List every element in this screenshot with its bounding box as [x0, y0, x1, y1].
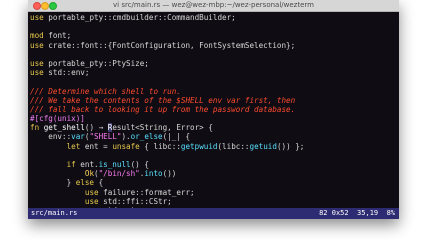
code-token: () { — [130, 160, 149, 169]
code-token: use — [30, 13, 49, 22]
code-token: Ok — [84, 169, 95, 179]
code-token: get_shell — [43, 123, 85, 133]
code-line: use portable_pty::cmdbuilder::CommandBui… — [30, 13, 399, 22]
code-token: env:: — [30, 132, 72, 142]
code-line: use failure::format_err; — [30, 188, 399, 197]
status-window-size: 82 0x52 — [319, 209, 349, 217]
code-line: /// Determine which shell to run. — [30, 87, 399, 96]
code-token: "SHELL" — [89, 132, 122, 142]
code-token: esult<String, Error> { — [112, 123, 213, 133]
code-token: else — [75, 178, 99, 188]
code-token: } — [30, 178, 76, 188]
code-line: use portable_pty::PtySize; — [30, 59, 399, 68]
code-token: (libc:: — [217, 141, 250, 151]
code-token: std::env; — [48, 68, 90, 78]
code-line: env::var("SHELL").or_else(|_| { — [30, 132, 399, 141]
code-token: failure::format_err; — [103, 187, 195, 197]
code-token: or_else — [130, 132, 163, 142]
code-token: fn — [30, 123, 44, 133]
code-token: ). — [121, 132, 131, 142]
code-token: portable_pty::PtySize; — [48, 58, 149, 68]
code-line: mod font; — [30, 31, 399, 40]
code-token: ent = — [84, 141, 113, 151]
code-token: (|_| { — [162, 132, 191, 142]
code-token: getpwuid — [180, 141, 218, 151]
code-token: use — [84, 187, 104, 197]
status-cursor-position: 35,19 — [357, 209, 379, 217]
code-line: use crate::font::{FontConfiguration, Fon… — [30, 41, 399, 50]
terminal-window: vi src/main.rs — wez@wez-mbp:~/wez-perso… — [28, 0, 399, 219]
code-token: ()) }; — [276, 141, 305, 151]
code-token: font; — [48, 31, 72, 41]
code-token: "/bin/sh" — [98, 169, 140, 179]
code-token: /// We take the contents of the $SHELL e… — [30, 95, 296, 105]
code-token: crate::font::{FontConfiguration, FontSys… — [48, 40, 296, 50]
code-token: ent. — [80, 160, 99, 169]
code-token: () → — [84, 123, 108, 133]
code-token: use — [30, 68, 49, 78]
code-token: ()) — [162, 169, 177, 179]
code-line: /// fall back to looking it up from the … — [30, 105, 399, 114]
code-token: into — [144, 169, 163, 179]
code-line: Ok("/bin/sh".into()) — [30, 169, 399, 178]
code-token: use — [30, 58, 49, 68]
status-scroll-percent: 8% — [386, 209, 395, 217]
status-stats: 82 0x52 35,19 8% — [319, 208, 395, 219]
code-token: use — [84, 196, 104, 206]
code-token: if — [66, 160, 81, 169]
code-line: use std::ffi::CStr; — [30, 197, 399, 206]
title-bar: vi src/main.rs — wez@wez-mbp:~/wez-perso… — [28, 0, 399, 12]
code-line: let ent = unsafe { libc::getpwuid(libc::… — [30, 142, 399, 151]
window-title: vi src/main.rs — wez@wez-mbp:~/wez-perso… — [113, 1, 314, 9]
code-token: var — [71, 132, 85, 142]
code-token: /// fall back to looking it up from the … — [30, 104, 296, 114]
code-token: #[cfg(unix)] — [30, 114, 85, 124]
code-token: use — [30, 40, 49, 50]
code-token: { — [98, 178, 104, 188]
code-line: if ent.is_null() { — [30, 160, 399, 169]
code-token: portable_pty::cmdbuilder::CommandBuilder… — [48, 13, 236, 22]
code-token: /// Determine which shell to run. — [30, 86, 181, 96]
code-line: use std::env; — [30, 68, 399, 77]
code-token: mod — [30, 31, 49, 41]
code-line: #[cfg(unix)] — [30, 114, 399, 123]
status-bar: src/main.rs 82 0x52 35,19 8% — [28, 208, 399, 219]
code-line: fn get_shell() → Result<String, Error> { — [30, 123, 399, 133]
code-token: let — [66, 141, 85, 151]
code-line: } else { — [30, 178, 399, 187]
code-token: std::ffi::CStr; — [103, 196, 172, 206]
code-token: is_null — [98, 160, 131, 169]
code-token: getuid — [249, 141, 277, 151]
code-token: unsafe — [112, 141, 145, 151]
status-filename: src/main.rs — [31, 209, 78, 217]
editor-buffer[interactable]: use portable_pty::cmdbuilder::CommandBui… — [30, 13, 399, 215]
code-token: { libc:: — [144, 141, 181, 151]
code-line: /// We take the contents of the $SHELL e… — [30, 96, 399, 105]
